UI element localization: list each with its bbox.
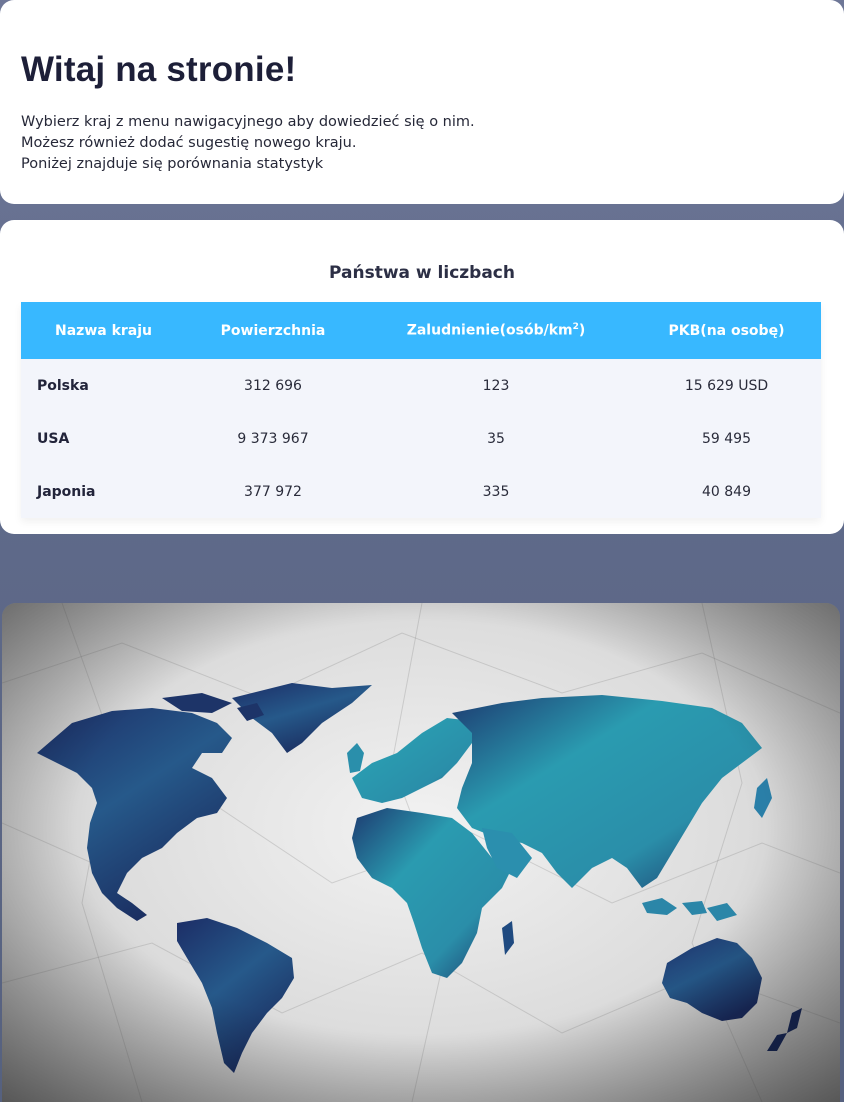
- cell-gdp: 40 849: [702, 483, 751, 500]
- intro-line-1: Wybierz kraj z menu nawigacyjnego aby do…: [21, 114, 475, 130]
- welcome-card: Witaj na stronie! Wybierz kraj z menu na…: [0, 0, 844, 204]
- cell-country: USA: [37, 430, 70, 447]
- header-density-close: ): [578, 322, 586, 339]
- table-header-row: Nazwa kraju Powierzchnia Zaludnienie(osó…: [21, 302, 821, 359]
- cell-area: 312 696: [244, 377, 302, 394]
- cell-area: 377 972: [244, 483, 302, 500]
- header-density-label: Zaludnienie(osób/km: [406, 322, 573, 339]
- cell-country: Polska: [37, 377, 89, 394]
- cell-country: Japonia: [37, 483, 96, 500]
- cell-area: 9 373 967: [237, 430, 309, 447]
- intro-line-2: Możesz również dodać sugestię nowego kra…: [21, 135, 357, 151]
- stats-card: Państwa w liczbach Nazwa kraju Powierzch…: [0, 220, 844, 534]
- stats-title: Państwa w liczbach: [329, 263, 515, 283]
- header-area: Powierzchnia: [220, 322, 326, 339]
- header-country: Nazwa kraju: [55, 322, 152, 339]
- cell-gdp: 59 495: [702, 430, 751, 447]
- intro-line-3: Poniżej znajduje się porównania statysty…: [21, 156, 324, 172]
- header-density: Zaludnienie(osób/km2): [360, 302, 632, 359]
- page-title: Witaj na stronie!: [21, 50, 297, 89]
- cell-density: 335: [482, 483, 510, 500]
- stats-table: Nazwa kraju Powierzchnia Zaludnienie(osó…: [21, 302, 821, 518]
- header-gdp: PKB(na osobę): [668, 322, 785, 339]
- cell-density: 123: [482, 377, 510, 394]
- cell-gdp: 15 629 USD: [684, 377, 769, 394]
- world-map-illustration: [2, 603, 840, 1102]
- table-row: Japonia 377 972 335 40 849: [21, 465, 821, 518]
- table-row: USA 9 373 967 35 59 495: [21, 412, 821, 465]
- world-map-image: [2, 603, 840, 1102]
- image-vignette: [2, 603, 840, 1102]
- table-row: Polska 312 696 123 15 629 USD: [21, 359, 821, 412]
- cell-density: 35: [487, 430, 505, 447]
